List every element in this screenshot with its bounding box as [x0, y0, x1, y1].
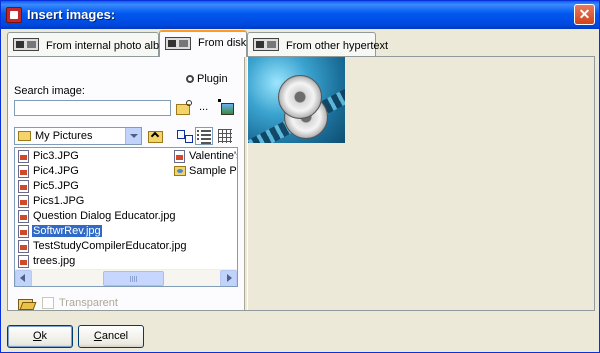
hypertext-icon: [253, 38, 279, 51]
ok-mnemonic: O: [32, 330, 42, 342]
transparent-checkbox[interactable]: [42, 297, 54, 309]
file-list[interactable]: Pic3.JPG Pic4.JPG Pic5.JPG Pics1.JPG Que…: [14, 147, 238, 287]
file-name: Valentine's: [189, 150, 238, 162]
photo-album-icon: [13, 38, 39, 51]
close-icon: ✕: [578, 6, 591, 22]
plugin-button[interactable]: Plugin: [186, 73, 228, 85]
tab-from-disk[interactable]: From disk: [159, 30, 247, 57]
browse-button[interactable]: ...: [199, 101, 208, 113]
scroll-right-icon[interactable]: [220, 270, 237, 286]
disc-graphic: [278, 75, 322, 119]
list-item[interactable]: SoftwrRev.jpg: [16, 224, 102, 239]
scroll-left-icon[interactable]: [15, 270, 32, 286]
file-name: TestStudyCompilerEducator.jpg: [33, 240, 187, 252]
file-name: Question Dialog Educator.jpg: [33, 210, 176, 222]
cancel-label-rest: ancel: [101, 330, 129, 342]
tab-internal-photo-album[interactable]: From internal photo album: [7, 32, 174, 56]
transparent-label: Transparent: [59, 297, 118, 309]
preview-area: [248, 57, 594, 310]
ok-button[interactable]: Ok: [7, 325, 73, 348]
tab-panel-from-disk: Plugin Search image: ... My Pictures Pic…: [7, 56, 595, 311]
cancel-mnemonic: C: [93, 330, 102, 342]
details-view-icon[interactable]: [195, 127, 213, 145]
image-file-icon: [18, 255, 29, 268]
folder-icon: [174, 166, 186, 176]
open-folder-icon[interactable]: [18, 296, 34, 310]
list-item[interactable]: trees.jpg: [16, 254, 75, 269]
file-browser-pane: Plugin Search image: ... My Pictures Pic…: [8, 57, 244, 310]
file-name: Sample Pic: [189, 165, 237, 177]
insert-image-icon[interactable]: [217, 99, 235, 117]
list-item[interactable]: Pic5.JPG: [16, 179, 79, 194]
thumbnails-view-icon[interactable]: [216, 127, 234, 145]
list-item[interactable]: Valentine's: [172, 149, 237, 164]
image-file-icon: [174, 150, 185, 163]
insert-images-dialog: Insert images: ✕ From internal photo alb…: [0, 0, 600, 353]
search-label: Search image:: [14, 85, 85, 97]
file-name: trees.jpg: [33, 255, 76, 267]
list-item[interactable]: TestStudyCompilerEducator.jpg: [16, 239, 186, 254]
file-name: Pic3.JPG: [33, 150, 79, 162]
image-file-icon: [18, 165, 29, 178]
plugin-icon: [186, 75, 194, 83]
tab-label: From disk: [198, 37, 247, 49]
chevron-down-icon[interactable]: [125, 128, 141, 144]
app-icon: [6, 7, 22, 23]
folder-search-icon[interactable]: [175, 99, 193, 117]
sort-icon[interactable]: [175, 127, 193, 145]
cancel-button[interactable]: Cancel: [78, 325, 144, 348]
window-title: Insert images:: [27, 7, 116, 22]
list-item[interactable]: Sample Pic: [172, 164, 237, 179]
image-thumbnail[interactable]: [248, 57, 345, 143]
plugin-label: Plugin: [197, 73, 228, 85]
file-name: Pics1.JPG: [33, 195, 85, 207]
folder-dropdown-value: My Pictures: [35, 130, 93, 142]
image-file-icon: [18, 195, 29, 208]
title-bar: Insert images: ✕: [1, 1, 599, 29]
image-file-icon: [18, 150, 29, 163]
image-file-icon: [18, 210, 29, 223]
ok-label-rest: k: [41, 330, 48, 342]
image-file-icon: [18, 180, 29, 193]
search-input[interactable]: [14, 100, 171, 116]
file-name: SoftwrRev.jpg: [32, 225, 102, 237]
image-file-icon: [18, 240, 29, 253]
horizontal-scrollbar[interactable]: [15, 269, 237, 286]
tab-label: From internal photo album: [46, 40, 175, 52]
image-file-icon: [18, 225, 29, 238]
close-button[interactable]: ✕: [574, 4, 595, 25]
file-name: Pic5.JPG: [33, 180, 79, 192]
list-item[interactable]: Pic4.JPG: [16, 164, 79, 179]
tab-other-hypertext[interactable]: From other hypertext: [247, 32, 388, 56]
file-name: Pic4.JPG: [33, 165, 79, 177]
disk-icon: [165, 37, 191, 50]
list-item[interactable]: Question Dialog Educator.jpg: [16, 209, 175, 224]
folder-icon: [18, 131, 31, 141]
folder-up-icon[interactable]: [146, 127, 164, 145]
list-item[interactable]: Pic3.JPG: [16, 149, 79, 164]
tab-label: From other hypertext: [286, 40, 389, 52]
list-item[interactable]: Pics1.JPG: [16, 194, 84, 209]
scrollbar-thumb[interactable]: [103, 271, 164, 286]
folder-dropdown[interactable]: My Pictures: [14, 127, 142, 145]
